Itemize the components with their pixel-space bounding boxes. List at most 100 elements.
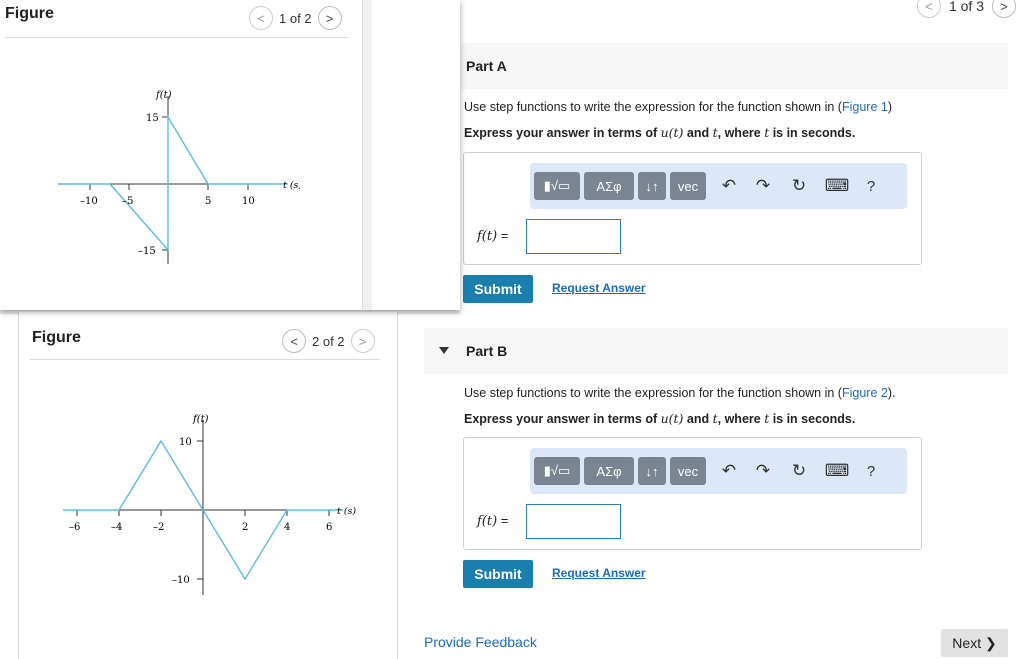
figure-2-ylabel: f(t)	[192, 414, 209, 425]
part-a-answer-box: ▮√▭ ΑΣφ ↓↑ vec ↶ ↷ ↻ ⌨ ? f(t) =	[463, 152, 922, 265]
part-a-instruction-end: )	[887, 100, 893, 114]
figure-2-pager: < 2 of 2 >	[282, 329, 375, 353]
part-b-instruction-end: ).	[887, 386, 896, 400]
keyboard-icon[interactable]: ⌨	[824, 457, 850, 485]
part-a-field-label: f(t) =	[477, 228, 508, 244]
figure-2-x-2: 2	[242, 522, 248, 533]
figure-2-graph: f(t) t (s) 10 –10 –6 –4 –2 2 4 6	[63, 414, 356, 595]
part-a-header[interactable]: Part A	[460, 43, 1008, 89]
vec-button[interactable]: vec	[670, 172, 706, 200]
part-a-express: Express your answer in terms of u(t) and…	[464, 125, 855, 140]
express-mid: and	[683, 126, 713, 140]
part-a-title: Part A	[466, 58, 507, 74]
prev-question-button[interactable]: <	[916, 0, 941, 18]
vec-button[interactable]: vec	[670, 457, 706, 485]
greek-button[interactable]: ΑΣφ	[584, 457, 634, 485]
figure-2-x-4: 4	[284, 522, 290, 533]
figure-2-xlabel: t (s)	[337, 506, 356, 517]
next-button[interactable]: Next ❯	[941, 629, 1008, 657]
figure-1-y-pos: 15	[146, 113, 159, 124]
express-end: , where	[717, 126, 765, 140]
express-tail: is in seconds.	[769, 412, 856, 426]
part-b-express: Express your answer in terms of u(t) and…	[464, 411, 855, 426]
express-u: u(t)	[660, 411, 684, 426]
figure-1-panel: Figure < 1 of 2 > f(t) t (s) 15 –15 –10	[0, 0, 460, 310]
figure-2-counter: 2 of 2	[312, 333, 345, 349]
figure-2-title: Figure	[32, 329, 81, 346]
figure-1-x-10: 10	[242, 196, 255, 207]
figure-1-y-neg: –15	[138, 246, 156, 257]
reset-icon[interactable]: ↻	[788, 457, 810, 485]
figure-2-panel: Figure < 2 of 2 > f(t) t (s) 10 –10 –6 –…	[18, 312, 398, 659]
express-text: Express your answer in terms of	[464, 412, 661, 426]
figure-prev-button[interactable]: <	[249, 6, 273, 30]
express-text: Express your answer in terms of	[464, 126, 661, 140]
part-b-answer-box: ▮√▭ ΑΣφ ↓↑ vec ↶ ↷ ↻ ⌨ ? f(t) =	[463, 437, 922, 550]
part-b-header[interactable]: Part B	[424, 328, 1008, 374]
templates-button[interactable]: ▮√▭	[534, 457, 580, 485]
figure-2-x-m2: –2	[153, 522, 164, 533]
figure-1-pager: < 1 of 2 >	[249, 6, 342, 30]
math-toolbar: ▮√▭ ΑΣφ ↓↑ vec ↶ ↷ ↻ ⌨ ?	[530, 163, 907, 209]
express-end: , where	[717, 412, 765, 426]
part-b-instruction: Use step functions to write the expressi…	[464, 386, 895, 400]
figure-prev-button[interactable]: <	[282, 329, 306, 353]
part-b-answer-input[interactable]	[526, 504, 621, 539]
part-a-submit-button[interactable]: Submit	[463, 275, 533, 303]
figure-1-ylabel: f(t)	[155, 90, 172, 101]
figure-2-y-pos: 10	[179, 437, 192, 448]
help-icon[interactable]: ?	[860, 172, 882, 200]
part-a-answer-input[interactable]	[526, 219, 621, 254]
part-b-title: Part B	[466, 343, 508, 359]
figure-1-graph: f(t) t (s) 15 –15 –10 –5 5 10	[58, 90, 300, 264]
greek-button[interactable]: ΑΣφ	[584, 172, 634, 200]
field-eq: =	[497, 228, 509, 243]
panel-scroll-strip[interactable]	[362, 0, 372, 310]
keyboard-icon[interactable]: ⌨	[824, 172, 850, 200]
part-b-instruction-text: Use step functions to write the expressi…	[464, 386, 842, 400]
redo-icon[interactable]: ↷	[752, 172, 774, 200]
part-b-submit-button[interactable]: Submit	[463, 560, 533, 588]
express-tail: is in seconds.	[769, 126, 856, 140]
field-label-math: f(t)	[477, 514, 498, 529]
figure-1-link[interactable]: Figure 1	[842, 100, 888, 114]
collapse-triangle-icon[interactable]	[439, 347, 449, 354]
field-label-math: f(t)	[477, 229, 498, 244]
figure-2-x-6: 6	[326, 522, 332, 533]
figure-1-x-5: 5	[205, 196, 211, 207]
figure-2-divider	[30, 359, 380, 360]
templates-button[interactable]: ▮√▭	[534, 172, 580, 200]
figure-2-link[interactable]: Figure 2	[842, 386, 888, 400]
figure-1-title: Figure	[5, 5, 54, 22]
reset-icon[interactable]: ↻	[788, 172, 810, 200]
redo-icon[interactable]: ↷	[752, 457, 774, 485]
figure-1-xlabel: t (s)	[283, 180, 300, 191]
figure-1-x-m10: –10	[80, 196, 98, 207]
arrows-button[interactable]: ↓↑	[638, 172, 666, 200]
figure-next-button[interactable]: >	[350, 329, 375, 353]
figure-1-counter: 1 of 2	[279, 10, 312, 26]
arrows-button[interactable]: ↓↑	[638, 457, 666, 485]
part-b-field-label: f(t) =	[477, 513, 508, 529]
top-pager: < 1 of 3 >	[916, 0, 1016, 18]
undo-icon[interactable]: ↶	[718, 172, 740, 200]
figure-next-button[interactable]: >	[317, 6, 342, 30]
math-toolbar: ▮√▭ ΑΣφ ↓↑ vec ↶ ↷ ↻ ⌨ ?	[530, 448, 907, 494]
figure-1-divider	[5, 37, 348, 38]
express-mid: and	[683, 412, 713, 426]
part-a-instruction: Use step functions to write the expressi…	[464, 100, 892, 114]
next-question-button[interactable]: >	[992, 0, 1016, 18]
part-a-instruction-text: Use step functions to write the expressi…	[464, 100, 842, 114]
part-a-request-answer-link[interactable]: Request Answer	[552, 281, 646, 295]
provide-feedback-link[interactable]: Provide Feedback	[424, 634, 537, 650]
question-counter: 1 of 3	[948, 0, 984, 14]
express-u: u(t)	[660, 125, 684, 140]
figure-1-x-m5: –5	[122, 196, 133, 207]
figure-2-y-neg: –10	[172, 575, 190, 586]
undo-icon[interactable]: ↶	[718, 457, 740, 485]
figure-2-x-m4: –4	[111, 522, 122, 533]
part-b-request-answer-link[interactable]: Request Answer	[552, 566, 646, 580]
help-icon[interactable]: ?	[860, 457, 882, 485]
figure-2-x-m6: –6	[69, 522, 80, 533]
field-eq: =	[497, 513, 509, 528]
